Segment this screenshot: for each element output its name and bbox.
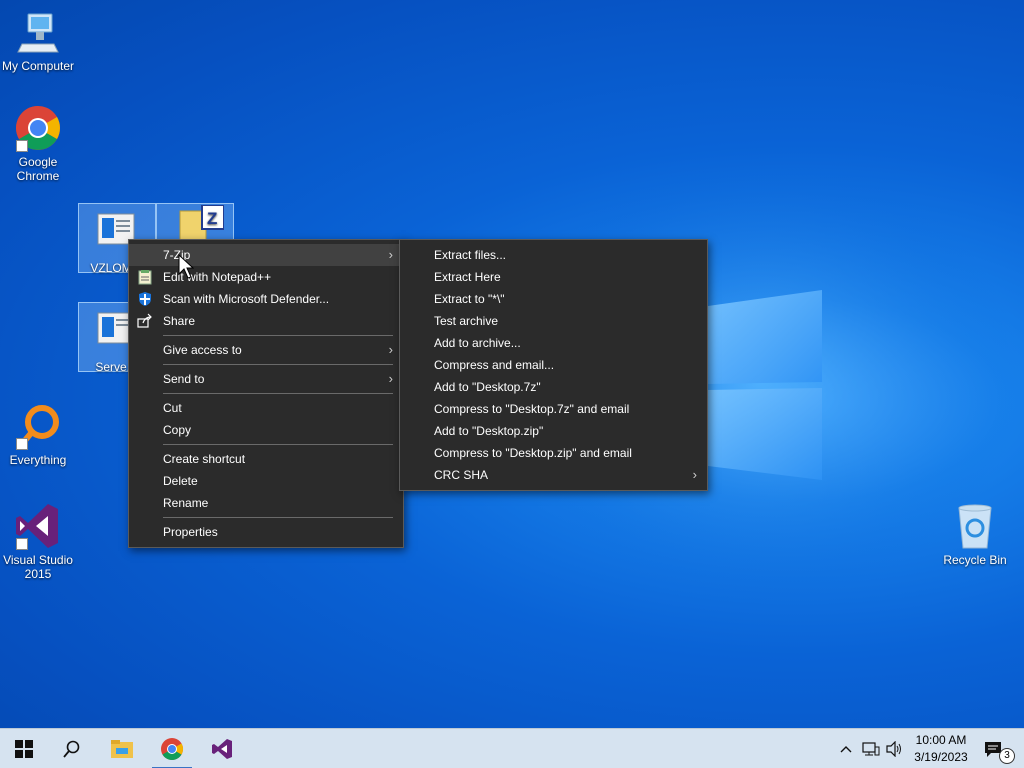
submenu-item-label: Extract Here [434,270,501,284]
taskbar-visual-studio[interactable] [198,729,246,768]
start-button[interactable] [0,729,48,768]
show-hidden-icons-button[interactable] [836,729,856,768]
menu-item-label: Send to [163,372,205,386]
submenu-item-crc-sha[interactable]: CRC SHA › [400,464,707,486]
submenu-item-add-7z[interactable]: Add to "Desktop.7z" [400,376,707,398]
menu-item-label: Scan with Microsoft Defender... [163,292,330,306]
menu-item-edit-notepadpp[interactable]: Edit with Notepad++ [129,266,403,288]
submenu-item-extract-here[interactable]: Extract Here [400,266,707,288]
menu-separator [163,393,393,394]
taskbar-file-explorer[interactable] [98,729,146,768]
menu-item-copy[interactable]: Copy [129,419,403,441]
visual-studio-icon [212,739,232,759]
menu-item-label: Delete [163,474,198,488]
submenu-item-label: Add to archive... [434,336,521,350]
shortcut-arrow-icon [16,438,28,450]
file-explorer-icon [111,740,133,758]
submenu-item-label: Compress to "Desktop.7z" and email [434,402,630,416]
menu-item-share[interactable]: Share [129,310,403,332]
clock-date: 3/19/2023 [914,750,968,764]
submenu-item-add-to-archive[interactable]: Add to archive... [400,332,707,354]
menu-item-properties[interactable]: Properties [129,521,403,543]
taskbar: 10:00 AM 3/19/2023 3 [0,728,1024,768]
visual-studio-icon [14,502,62,550]
menu-item-scan-defender[interactable]: Scan with Microsoft Defender... [129,288,403,310]
menu-item-label: Copy [163,423,192,437]
shortcut-arrow-icon [16,538,28,550]
windows-start-icon [15,740,33,758]
menu-item-rename[interactable]: Rename [129,492,403,514]
chevron-right-icon: › [388,371,393,386]
recycle-bin-icon [951,502,999,550]
taskbar-clock[interactable]: 10:00 AM 3/19/2023 [906,732,976,766]
menu-item-label: Share [163,314,196,328]
desktop-icon-label: Google Chrome [16,155,60,183]
desktop-icon-label: Recycle Bin [943,553,1007,567]
notification-count-badge: 3 [999,748,1015,764]
menu-item-label: Create shortcut [163,452,246,466]
desktop-icon-my-computer[interactable]: My Computer [0,8,76,73]
svg-text:Z: Z [207,209,217,228]
submenu-item-label: Compress and email... [434,358,555,372]
submenu-item-add-zip[interactable]: Add to "Desktop.zip" [400,420,707,442]
submenu-item-compress-zip-email[interactable]: Compress to "Desktop.zip" and email [400,442,707,464]
network-button[interactable] [860,729,882,768]
shortcut-arrow-icon [16,140,28,152]
submenu-item-extract-files[interactable]: Extract files... [400,244,707,266]
clock-time: 10:00 AM [915,733,967,747]
submenu-item-label: CRC SHA [434,468,489,482]
menu-item-label: Rename [163,496,209,510]
submenu-item-label: Extract to "*\" [434,292,505,306]
menu-separator [163,444,393,445]
menu-separator [163,517,393,518]
desktop-icon-label: My Computer [1,59,75,73]
search-button[interactable] [48,729,96,768]
menu-item-send-to[interactable]: Send to › [129,368,403,390]
submenu-item-compress-7z-email[interactable]: Compress to "Desktop.7z" and email [400,398,707,420]
menu-item-give-access[interactable]: Give access to › [129,339,403,361]
menu-item-label: Properties [163,525,218,539]
submenu-item-label: Add to "Desktop.zip" [434,424,544,438]
menu-item-label: Give access to [163,343,242,357]
network-icon [862,742,880,756]
submenu-item-label: Extract files... [434,248,507,262]
menu-item-7zip[interactable]: 7-Zip › [129,244,403,266]
everything-search-icon [14,402,62,450]
menu-item-label: Cut [163,401,182,415]
7zip-submenu: Extract files... Extract Here Extract to… [399,239,708,491]
desktop-icon-google-chrome[interactable]: Google Chrome [0,104,76,183]
speaker-icon [886,741,901,757]
desktop-icon-label: Everything [9,453,67,467]
chevron-right-icon: › [692,467,697,482]
submenu-item-extract-to[interactable]: Extract to "*\" [400,288,707,310]
desktop-icon-visual-studio[interactable]: Visual Studio 2015 [0,502,76,581]
submenu-item-label: Add to "Desktop.7z" [434,380,541,394]
defender-shield-icon [137,291,153,307]
computer-icon [14,8,62,56]
submenu-item-compress-email[interactable]: Compress and email... [400,354,707,376]
context-menu: 7-Zip › Edit with Notepad++ Scan with Mi… [128,239,404,548]
menu-separator [163,335,393,336]
share-icon [137,313,153,329]
chrome-icon [161,738,183,760]
desktop-icon-label: Visual Studio 2015 [3,553,73,581]
volume-button[interactable] [884,729,906,768]
submenu-item-label: Compress to "Desktop.zip" and email [434,446,632,460]
submenu-item-test-archive[interactable]: Test archive [400,310,707,332]
chevron-right-icon: › [388,247,393,262]
taskbar-chrome[interactable] [148,729,196,768]
desktop-icon-recycle-bin[interactable]: Recycle Bin [937,502,1013,567]
chevron-right-icon: › [388,342,393,357]
menu-item-create-shortcut[interactable]: Create shortcut [129,448,403,470]
desktop-icon-everything[interactable]: Everything [0,402,76,467]
search-icon [63,740,80,758]
menu-item-cut[interactable]: Cut [129,397,403,419]
mouse-pointer-icon [178,253,195,283]
menu-separator [163,364,393,365]
notepadpp-icon [137,269,153,285]
menu-item-delete[interactable]: Delete [129,470,403,492]
chevron-up-icon [840,746,852,753]
submenu-item-label: Test archive [434,314,499,328]
chrome-icon [14,104,62,152]
